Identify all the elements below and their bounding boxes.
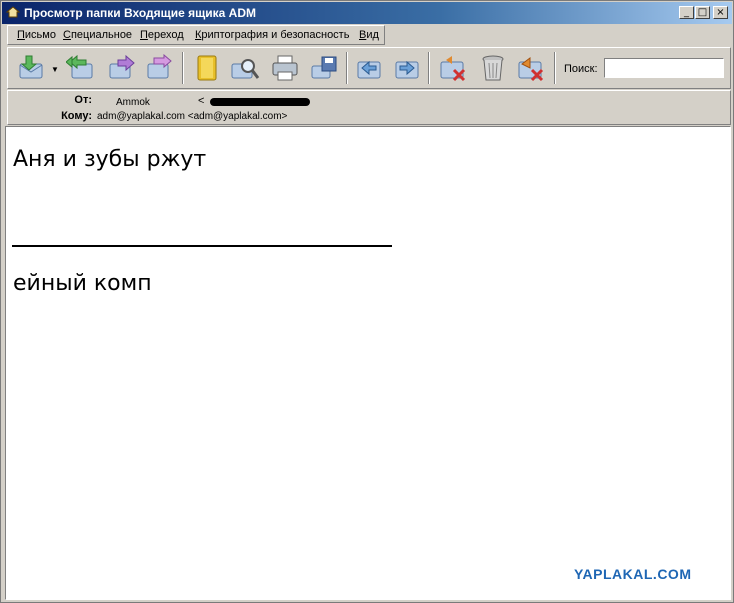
trash-icon[interactable]	[478, 54, 508, 82]
forward-icon[interactable]	[106, 54, 136, 82]
from-label: От:	[74, 94, 92, 106]
menu-special[interactable]: Специальное	[63, 29, 132, 41]
previous-icon[interactable]	[354, 54, 384, 82]
get-mail-icon[interactable]	[16, 54, 46, 82]
message-headers: От: Ammok < Кому: adm@yaplakal.com <adm@…	[7, 90, 731, 125]
message-body[interactable]: Аня и зубы ржут ейный комп YAPLAKAL.COM	[5, 126, 731, 600]
watermark-logo: YAPLAKAL.COM	[574, 566, 692, 582]
horizontal-rule	[12, 245, 392, 247]
toolbar-separator	[182, 52, 184, 84]
search-input[interactable]	[604, 58, 724, 78]
to-value[interactable]: adm@yaplakal.com <adm@yaplakal.com>	[97, 111, 287, 122]
find-icon[interactable]	[230, 54, 260, 82]
minimize-button[interactable]: _	[679, 6, 694, 19]
folder-icon	[6, 6, 20, 18]
menu-message[interactable]: Письмо	[17, 29, 56, 41]
close-button[interactable]: ×	[713, 6, 728, 19]
save-icon[interactable]	[308, 54, 338, 82]
maximize-button[interactable]: □	[695, 6, 710, 19]
menu-bar: Письмо Специальное Переход Криптография …	[7, 25, 385, 45]
menu-crypto[interactable]: Криптография и безопасность	[195, 29, 349, 41]
window-title: Просмотр папки Входящие ящика ADM	[24, 6, 257, 20]
print-icon[interactable]	[270, 54, 300, 82]
chevron-down-icon[interactable]: ▼	[51, 65, 59, 74]
menu-view[interactable]: Вид	[359, 29, 379, 41]
address-book-icon[interactable]	[192, 54, 222, 82]
to-label: Кому:	[61, 110, 92, 122]
redacted-email	[210, 98, 310, 106]
toolbar-separator	[428, 52, 430, 84]
delete-icon[interactable]	[438, 54, 468, 82]
from-email-open: <	[198, 95, 205, 107]
toolbar: ▼ Поиск:	[7, 47, 731, 89]
message-line: Аня и зубы ржут	[13, 147, 207, 172]
menu-go[interactable]: Переход	[140, 29, 184, 41]
title-bar: Просмотр папки Входящие ящика ADM _ □ ×	[2, 2, 732, 24]
message-line: ейный комп	[13, 271, 152, 296]
redirect-icon[interactable]	[144, 53, 174, 82]
toolbar-separator	[554, 52, 556, 84]
search-label: Поиск:	[564, 63, 598, 75]
from-value[interactable]: Ammok	[116, 97, 150, 108]
toolbar-separator	[346, 52, 348, 84]
mail-window: Просмотр папки Входящие ящика ADM _ □ × …	[0, 0, 734, 603]
junk-icon[interactable]	[516, 54, 546, 82]
next-icon[interactable]	[392, 54, 422, 82]
reply-all-icon[interactable]	[65, 54, 96, 82]
